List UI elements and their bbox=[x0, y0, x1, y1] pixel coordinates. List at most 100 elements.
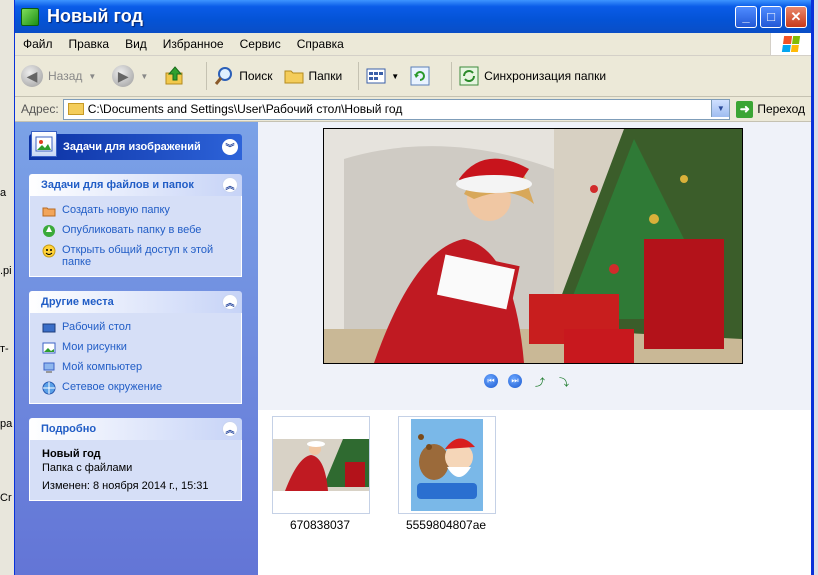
back-button[interactable]: ◀ Назад ▼ bbox=[21, 65, 102, 87]
toolbar-separator bbox=[206, 62, 208, 90]
details-panel: Подробно ︽ Новый год Папка с файлами Изм… bbox=[29, 418, 242, 501]
task-pane: Задачи для изображений ︾ Задачи для файл… bbox=[15, 122, 258, 575]
desktop-icon bbox=[42, 321, 56, 335]
place-desktop[interactable]: Рабочий стол bbox=[42, 321, 231, 335]
image-tasks-header[interactable]: Задачи для изображений ︾ bbox=[29, 131, 242, 160]
place-my-pictures[interactable]: Мои рисунки bbox=[42, 341, 231, 355]
file-tasks-title: Задачи для файлов и папок bbox=[41, 179, 194, 191]
desktop-icon-label: .pi bbox=[0, 265, 12, 277]
details-name: Новый год bbox=[42, 448, 101, 460]
picture-task-icon bbox=[31, 131, 57, 157]
task-new-folder[interactable]: Создать новую папку bbox=[42, 204, 231, 218]
up-folder-icon bbox=[164, 65, 186, 87]
menu-view[interactable]: Вид bbox=[117, 37, 155, 51]
place-label: Мои рисунки bbox=[62, 341, 127, 353]
search-label: Поиск bbox=[239, 69, 273, 83]
maximize-button[interactable]: □ bbox=[760, 5, 782, 28]
filmstrip-preview: ⏮ ⏭ ⤴ ⤵ bbox=[258, 122, 811, 410]
task-publish-web[interactable]: Опубликовать папку в вебе bbox=[42, 224, 231, 238]
go-icon: ➜ bbox=[736, 100, 754, 118]
search-icon bbox=[213, 65, 235, 87]
up-button[interactable] bbox=[164, 65, 190, 87]
toolbar-separator bbox=[451, 62, 453, 90]
forward-icon: ▶ bbox=[112, 65, 135, 87]
windows-logo-icon bbox=[770, 33, 811, 55]
preview-controls: ⏮ ⏭ ⤴ ⤵ bbox=[484, 374, 580, 389]
file-tasks-body: Создать новую папку Опубликовать папку в… bbox=[29, 196, 242, 277]
sync-button[interactable]: Синхронизация папки bbox=[458, 65, 606, 87]
chevron-down-icon: ▼ bbox=[88, 71, 97, 81]
my-computer-icon bbox=[42, 361, 56, 375]
network-icon bbox=[42, 381, 56, 395]
chevron-down-icon[interactable]: ▼ bbox=[711, 99, 730, 117]
chevron-up-icon[interactable]: ︽ bbox=[222, 177, 238, 193]
address-bar: Адрес: C:\Documents and Settings\User\Ра… bbox=[15, 97, 811, 122]
forward-button[interactable]: ▶ ▼ bbox=[112, 65, 154, 87]
other-places-body: Рабочий стол Мои рисунки Мой компьютер С… bbox=[29, 313, 242, 404]
desktop-icon-label: т- bbox=[0, 343, 9, 355]
file-name: 5559804807ae bbox=[405, 518, 487, 532]
desktop-icon-label: ра bbox=[0, 418, 13, 430]
address-value: C:\Documents and Settings\User\Рабочий с… bbox=[87, 102, 403, 116]
content-area: Задачи для изображений ︾ Задачи для файл… bbox=[15, 122, 811, 575]
rotate-counterclockwise-icon[interactable]: ⤵ bbox=[556, 374, 572, 389]
details-body: Новый год Папка с файлами Изменен: 8 ноя… bbox=[29, 440, 242, 501]
chevron-down-icon: ▼ bbox=[140, 71, 149, 81]
window-title: Новый год bbox=[47, 6, 143, 26]
place-network[interactable]: Сетевое окружение bbox=[42, 381, 231, 395]
title-bar[interactable]: Новый год _ □ ✕ bbox=[15, 0, 811, 33]
address-field[interactable]: C:\Documents and Settings\User\Рабочий с… bbox=[62, 98, 731, 120]
standard-toolbar: ◀ Назад ▼ ▶ ▼ Поиск Папки ▼ Синхронизаци… bbox=[15, 56, 811, 97]
search-button[interactable]: Поиск bbox=[213, 65, 273, 87]
desktop-icon-label: Cr bbox=[0, 492, 12, 504]
file-thumbnail[interactable] bbox=[398, 416, 496, 514]
desktop-icon-label: a bbox=[0, 187, 7, 199]
place-my-computer[interactable]: Мой компьютер bbox=[42, 361, 231, 375]
toolbar-separator bbox=[358, 62, 360, 90]
address-label: Адрес: bbox=[21, 102, 59, 116]
chevron-up-icon[interactable]: ︽ bbox=[222, 294, 238, 310]
explorer-window: Новый год _ □ ✕ Файл Правка Вид Избранно… bbox=[14, 0, 814, 575]
globe-icon bbox=[42, 224, 56, 238]
folders-icon bbox=[283, 65, 305, 87]
go-label: Переход bbox=[757, 102, 805, 116]
menu-edit[interactable]: Правка bbox=[61, 37, 118, 51]
folder-icon bbox=[67, 103, 84, 115]
refresh-button[interactable] bbox=[409, 65, 435, 87]
task-share-folder[interactable]: Открыть общий доступ к этой папке bbox=[42, 244, 231, 268]
go-button[interactable]: ➜ Переход bbox=[736, 100, 805, 118]
place-label: Мой компьютер bbox=[62, 361, 143, 373]
menu-tools[interactable]: Сервис bbox=[232, 37, 289, 51]
menu-help[interactable]: Справка bbox=[289, 37, 352, 51]
folder-window-icon bbox=[21, 7, 39, 26]
chevron-down-icon[interactable]: ︾ bbox=[222, 139, 238, 155]
menu-favorites[interactable]: Избранное bbox=[155, 37, 232, 51]
details-type: Папка с файлами bbox=[42, 462, 133, 474]
other-places-header[interactable]: Другие места ︽ bbox=[29, 291, 242, 313]
file-tasks-header[interactable]: Задачи для файлов и папок ︽ bbox=[29, 174, 242, 196]
folders-label: Папки bbox=[308, 69, 343, 83]
folders-button[interactable]: Папки bbox=[283, 65, 343, 87]
place-label: Сетевое окружение bbox=[62, 381, 163, 393]
previous-image-icon[interactable]: ⏮ bbox=[484, 374, 498, 388]
rotate-clockwise-icon[interactable]: ⤴ bbox=[532, 374, 548, 389]
close-button[interactable]: ✕ bbox=[785, 5, 807, 28]
file-tasks-panel: Задачи для файлов и папок ︽ Создать нову… bbox=[29, 174, 242, 277]
new-folder-icon bbox=[42, 204, 56, 218]
task-label: Открыть общий доступ к этой папке bbox=[62, 244, 214, 268]
views-button[interactable]: ▼ bbox=[365, 65, 399, 87]
menu-file[interactable]: Файл bbox=[15, 37, 61, 51]
chevron-up-icon[interactable]: ︽ bbox=[222, 421, 238, 437]
menu-bar: Файл Правка Вид Избранное Сервис Справка bbox=[15, 33, 811, 56]
next-image-icon[interactable]: ⏭ bbox=[508, 374, 522, 388]
refresh-icon bbox=[409, 65, 431, 87]
back-label: Назад bbox=[48, 69, 83, 83]
desktop-left-edge: a .pi т- ра Cr bbox=[0, 0, 14, 575]
minimize-button[interactable]: _ bbox=[735, 5, 757, 28]
other-places-title: Другие места bbox=[41, 296, 114, 308]
chevron-down-icon: ▼ bbox=[391, 71, 400, 81]
task-label: Опубликовать папку в вебе bbox=[62, 224, 202, 236]
sync-label: Синхронизация папки bbox=[484, 69, 607, 83]
details-header[interactable]: Подробно ︽ bbox=[29, 418, 242, 440]
file-thumbnail[interactable] bbox=[272, 416, 370, 514]
